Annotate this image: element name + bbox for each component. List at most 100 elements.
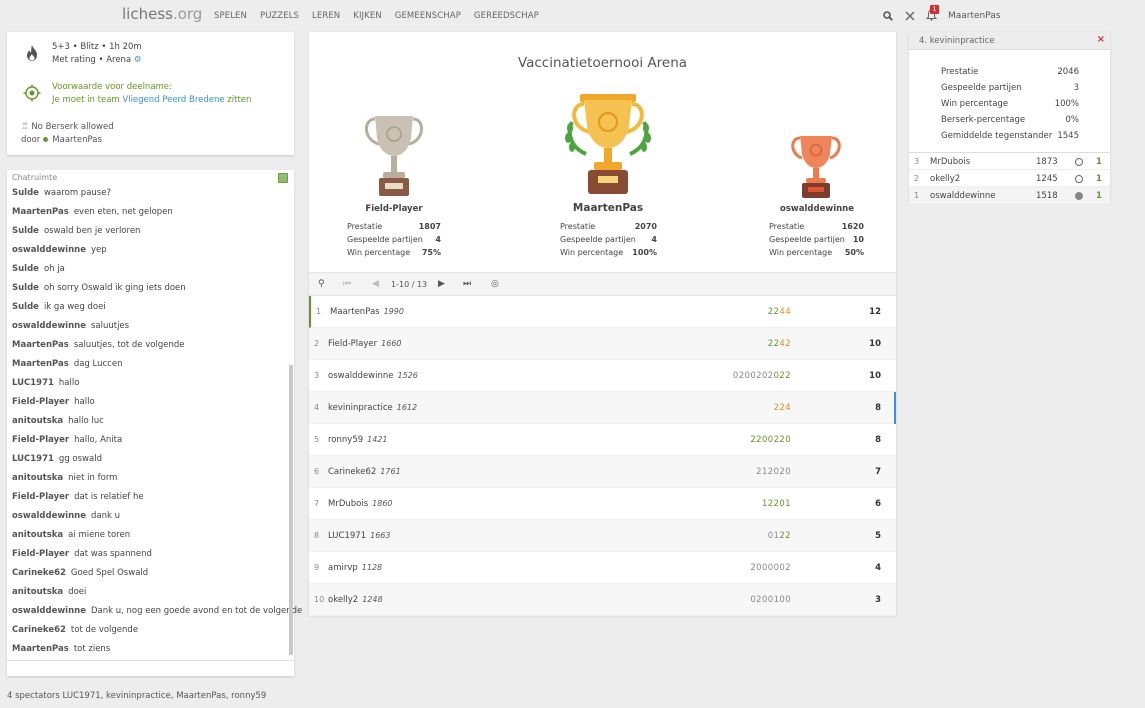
chat-toggle-checkbox[interactable] (278, 173, 288, 183)
challenge-swords-icon[interactable] (905, 11, 915, 21)
search-player-icon[interactable]: ⚲ (318, 279, 325, 289)
chat-text: niet in form (68, 473, 118, 483)
player-name[interactable]: amirvp 1128 (328, 563, 382, 573)
rank: 4 (314, 403, 320, 412)
player-rating: 1860 (372, 499, 393, 508)
my-rank-target-icon[interactable]: ◎ (491, 279, 499, 289)
chat-username[interactable]: Field-Player (12, 492, 69, 502)
next-page-icon[interactable]: ▶ (438, 279, 445, 289)
nav-gemeenschap[interactable]: GEMEENSCHAP (395, 11, 461, 21)
standings-table: 1 MaartenPas 1990 2244 12 2 Field-Player 1660 22… (309, 296, 896, 616)
chat-message: Carineke62 Goed Spel Oswald (12, 564, 292, 583)
close-icon[interactable]: × (1097, 34, 1105, 45)
silver-trophy-icon (365, 116, 423, 196)
player-panel-title: 4. kevininpractice (919, 36, 995, 46)
player-name[interactable]: MrDubois 1860 (328, 499, 393, 509)
score-sheet: 2000002 (750, 563, 791, 573)
first-page-icon[interactable]: ⏮ (343, 279, 351, 289)
player-name[interactable]: ronny59 1421 (328, 435, 388, 445)
player-name[interactable]: MaartenPas 1990 (330, 307, 404, 317)
player-name[interactable]: okelly2 1248 (328, 595, 383, 605)
player-game-row[interactable]: 1 oswalddewinne 1518 1 (909, 187, 1110, 204)
chat-username[interactable]: MaartenPas (12, 359, 69, 369)
previous-page-icon[interactable]: ◀ (372, 279, 379, 289)
chat-text: tot de volgende (70, 625, 139, 635)
chat-username[interactable]: Carineke62 (12, 625, 66, 635)
score-sheet: 0122 (768, 531, 791, 541)
chat-username[interactable]: oswalddewinne (12, 606, 86, 616)
chat-username[interactable]: MaartenPas (12, 207, 69, 217)
chat-username[interactable]: oswalddewinne (12, 511, 86, 521)
podium-2-name[interactable]: Field-Player (329, 204, 459, 214)
player-name[interactable]: LUC1971 1663 (328, 531, 390, 541)
standings-row[interactable]: 2 Field-Player 1660 2242 10 (309, 328, 896, 360)
creator-link[interactable]: MaartenPas (52, 135, 102, 145)
chat-username[interactable]: Field-Player (12, 397, 69, 407)
player-game-row[interactable]: 2 okelly2 1245 1 (909, 170, 1110, 187)
nav-kijken[interactable]: KIJKEN (353, 11, 382, 21)
condition-target-icon (23, 84, 41, 102)
standings-row[interactable]: 1 MaartenPas 1990 2244 12 (309, 296, 896, 328)
standings-row[interactable]: 5 ronny59 1421 2200220 8 (309, 424, 896, 456)
player-name[interactable]: oswalddewinne 1526 (328, 371, 418, 381)
standings-row[interactable]: 4 kevininpractice 1612 224 8 (309, 392, 896, 424)
chat-username[interactable]: oswalddewinne (12, 245, 86, 255)
chat-message: anitoutska niet in form (12, 469, 292, 488)
chat-username[interactable]: LUC1971 (12, 378, 54, 388)
chat-input[interactable] (7, 660, 294, 676)
standings-row[interactable]: 6 Carineke62 1761 212020 7 (309, 456, 896, 488)
score-segment: 0200202 (732, 371, 774, 381)
nav-leren[interactable]: LEREN (312, 11, 340, 21)
chat-username[interactable]: Field-Player (12, 435, 69, 445)
lichess-logo[interactable]: lichess.org (122, 5, 202, 23)
chat-username[interactable]: oswalddewinne (12, 321, 86, 331)
chat-scrollbar[interactable] (289, 365, 293, 655)
chat-username[interactable]: Field-Player (12, 549, 69, 559)
game-score: 1 (1096, 191, 1102, 201)
chat-username[interactable]: anitoutska (12, 530, 63, 540)
player-stat: Berserk-percentage 0% (941, 115, 1079, 125)
chat-text: hallo luc (68, 416, 104, 426)
main-nav: SPELEN PUZZELS LEREN KIJKEN GEMEENSCHAP … (214, 11, 552, 21)
nav-gereedschap[interactable]: GEREEDSCHAP (474, 11, 539, 21)
rank: 8 (314, 531, 320, 540)
condition-text: Je moet in team Vliegend Peerd Bredene z… (52, 95, 252, 105)
chat-username[interactable]: Sulde (12, 226, 39, 236)
standings-row[interactable]: 8 LUC1971 1663 0122 5 (309, 520, 896, 552)
score-sheet: 2242 (768, 339, 791, 349)
podium-1-name[interactable]: MaartenPas (543, 202, 673, 214)
chat-username[interactable]: anitoutska (12, 587, 63, 597)
nav-spelen[interactable]: SPELEN (214, 11, 247, 21)
chat-username[interactable]: LUC1971 (12, 454, 54, 464)
chat-username[interactable]: anitoutska (12, 473, 63, 483)
chat-username[interactable]: MaartenPas (12, 340, 69, 350)
chat-username[interactable]: Carineke62 (12, 568, 66, 578)
user-menu[interactable]: MaartenPas (948, 11, 1001, 21)
podium-3-name[interactable]: oswalddewinne (752, 204, 882, 214)
rank: 5 (314, 435, 320, 444)
chat-username[interactable]: Sulde (12, 188, 39, 198)
chat-username[interactable]: Sulde (12, 302, 39, 312)
standings-row[interactable]: 9 amirvp 1128 2000002 4 (309, 552, 896, 584)
standings-row[interactable]: 10 okelly2 1248 0200100 3 (309, 584, 896, 616)
player-name[interactable]: kevininpractice 1612 (328, 403, 417, 413)
chat-text: doei (68, 587, 87, 597)
player-name[interactable]: Field-Player 1660 (328, 339, 402, 349)
rank: 6 (314, 467, 320, 476)
team-link[interactable]: Vliegend Peerd Bredene (122, 95, 224, 105)
search-icon[interactable] (883, 11, 893, 21)
standings-row[interactable]: 7 MrDubois 1860 12201 6 (309, 488, 896, 520)
standings-row[interactable]: 3 oswalddewinne 1526 0200202022 10 (309, 360, 896, 392)
chat-message: oswalddewinne Dank u, nog een goede avond… (12, 602, 302, 621)
chat-username[interactable]: MaartenPas (12, 644, 69, 654)
game-round: 3 (914, 157, 920, 166)
chat-username[interactable]: Sulde (12, 283, 39, 293)
player-game-row[interactable]: 3 MrDubois 1873 1 (909, 153, 1110, 170)
arena-info-gear-icon[interactable]: ⚙ (134, 55, 142, 65)
score-sheet: 2200220 (750, 435, 791, 445)
chat-username[interactable]: anitoutska (12, 416, 63, 426)
chat-username[interactable]: Sulde (12, 264, 39, 274)
last-page-icon[interactable]: ⏭ (463, 279, 471, 289)
nav-puzzels[interactable]: PUZZELS (260, 11, 299, 21)
player-name[interactable]: Carineke62 1761 (328, 467, 401, 477)
